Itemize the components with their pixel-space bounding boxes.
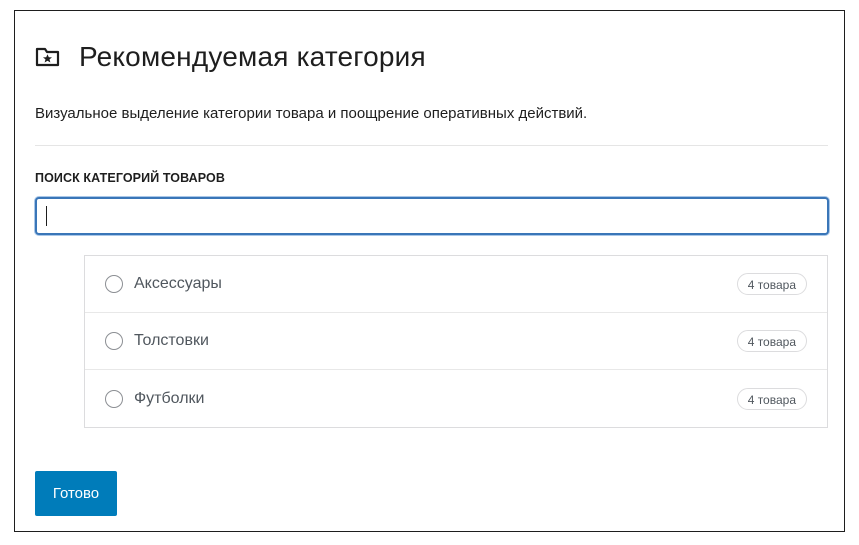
- category-label: Футболки: [134, 389, 205, 407]
- category-search-input[interactable]: [35, 197, 829, 235]
- radio-button[interactable]: [105, 275, 123, 293]
- category-option-tshirts[interactable]: Футболки 4 товара: [85, 370, 827, 427]
- featured-category-panel: Рекомендуемая категория Визуальное выдел…: [14, 10, 845, 532]
- category-label: Толстовки: [134, 332, 209, 349]
- category-list: Аксессуары 4 товара Толстовки 4 товара Ф…: [84, 255, 828, 428]
- divider: [35, 145, 828, 146]
- panel-description: Визуальное выделение категории товара и …: [35, 105, 588, 122]
- page-title: Рекомендуемая категория: [79, 41, 426, 72]
- panel-header: Рекомендуемая категория: [35, 41, 426, 73]
- category-option-accessories[interactable]: Аксессуары 4 товара: [85, 256, 827, 313]
- folder-star-icon: [35, 45, 61, 69]
- radio-button[interactable]: [105, 332, 123, 350]
- category-label: Аксессуары: [134, 275, 222, 292]
- product-count-badge: 4 товара: [736, 330, 807, 352]
- text-cursor: [46, 206, 47, 226]
- search-label: ПОИСК КАТЕГОРИЙ ТОВАРОВ: [35, 171, 225, 185]
- product-count-badge: 4 товара: [736, 387, 807, 410]
- radio-button[interactable]: [105, 389, 123, 408]
- done-button[interactable]: Готово: [35, 471, 117, 516]
- category-option-hoodies[interactable]: Толстовки 4 товара: [85, 313, 827, 370]
- product-count-badge: 4 товара: [736, 273, 807, 295]
